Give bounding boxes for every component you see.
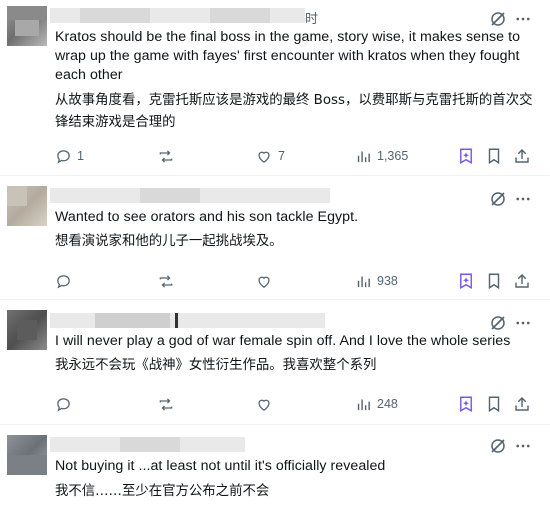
repost-button[interactable]: [157, 395, 180, 413]
heart-icon: [258, 399, 270, 411]
avatar[interactable]: [7, 6, 47, 46]
views-count: 248: [377, 397, 398, 411]
more-options-icon[interactable]: [514, 314, 532, 332]
grok-analyze-icon[interactable]: [457, 395, 475, 413]
like-count: 7: [278, 149, 285, 163]
avatar[interactable]: [7, 435, 47, 475]
views-chart-icon: [357, 399, 370, 410]
reply-count: 1: [77, 149, 84, 163]
share-icon[interactable]: [513, 395, 531, 413]
heart-icon: [258, 151, 270, 163]
post-text-en: Not buying it ...at least not until it's…: [55, 458, 386, 474]
author-name-blurred[interactable]: [50, 188, 330, 203]
like-button[interactable]: [255, 272, 278, 290]
post-text-en: I will never play a god of war female sp…: [55, 333, 511, 349]
reply-icon: [57, 149, 70, 164]
post-text-zh: 从故事角度看，克雷托斯应该是游戏的最终 Boss，以费耶斯与克雷托斯的首次交锋结…: [55, 93, 533, 130]
post-3[interactable]: I will never play a god of war female sp…: [0, 300, 550, 425]
post-text-en: Wanted to see orators and his son tackle…: [55, 209, 359, 225]
grok-icon[interactable]: [489, 10, 507, 28]
like-button[interactable]: 7: [255, 147, 285, 165]
avatar[interactable]: [7, 186, 47, 226]
post-2[interactable]: Wanted to see orators and his son tackle…: [0, 176, 550, 300]
more-options-icon[interactable]: [514, 190, 532, 208]
heart-icon: [258, 276, 270, 288]
author-name-blurred[interactable]: [50, 437, 245, 452]
reply-button[interactable]: [55, 395, 77, 413]
share-icon[interactable]: [513, 272, 531, 290]
post-text-zh: 我永远不会玩《战神》女性衍生作品。我喜欢整个系列: [55, 358, 377, 373]
post-text-zh: 我不信……至少在官方公布之前不会: [55, 484, 270, 499]
author-name-blurred[interactable]: [50, 313, 325, 328]
repost-icon: [159, 397, 173, 411]
repost-button[interactable]: [157, 272, 180, 290]
timestamp-suffix[interactable]: 时: [305, 8, 318, 27]
views-button[interactable]: 248: [355, 395, 398, 413]
repost-icon: [159, 149, 173, 163]
repost-icon: [159, 274, 173, 288]
bookmark-icon[interactable]: [485, 147, 503, 165]
avatar[interactable]: [7, 310, 47, 350]
reply-icon: [57, 397, 70, 412]
bookmark-icon[interactable]: [485, 395, 503, 413]
grok-icon[interactable]: [489, 314, 507, 332]
views-button[interactable]: 1,365: [355, 147, 408, 165]
reply-button[interactable]: 1: [55, 147, 84, 165]
post-text-zh: 想看演说家和他的儿子一起挑战埃及。: [55, 234, 283, 249]
views-chart-icon: [357, 151, 370, 162]
reply-icon: [57, 274, 70, 289]
repost-button[interactable]: [157, 147, 180, 165]
views-count: 1,365: [377, 149, 409, 163]
post-text-en: Kratos should be the final boss in the g…: [55, 29, 521, 83]
grok-icon[interactable]: [489, 190, 507, 208]
share-icon[interactable]: [513, 147, 531, 165]
views-button[interactable]: 938: [355, 272, 398, 290]
grok-analyze-icon[interactable]: [457, 147, 475, 165]
grok-icon[interactable]: [489, 437, 507, 455]
bookmark-icon[interactable]: [485, 272, 503, 290]
reply-button[interactable]: [55, 272, 77, 290]
more-options-icon[interactable]: [514, 10, 532, 28]
author-name-blurred[interactable]: [50, 8, 305, 23]
more-options-icon[interactable]: [514, 437, 532, 455]
views-chart-icon: [357, 276, 370, 287]
post-4[interactable]: Not buying it ...at least not until it's…: [0, 425, 550, 518]
grok-analyze-icon[interactable]: [457, 272, 475, 290]
post-1[interactable]: 时 Kratos should be the final boss in the…: [0, 0, 550, 176]
views-count: 938: [377, 274, 398, 288]
like-button[interactable]: [255, 395, 278, 413]
